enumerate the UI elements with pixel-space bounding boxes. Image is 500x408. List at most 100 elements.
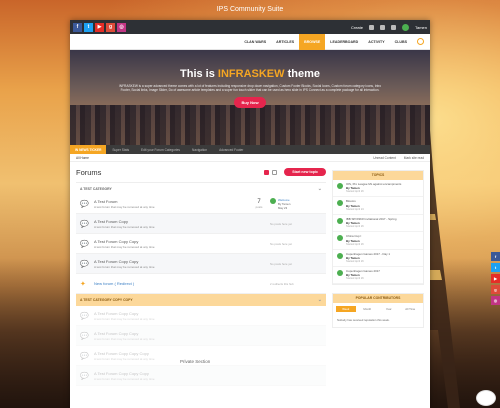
notifications-icon[interactable] xyxy=(368,24,374,30)
list-item[interactable]: 💬 A Test Forum Copy Copy A test forum that… xyxy=(76,326,326,346)
forum-name[interactable]: New forum ( Redirect ) xyxy=(94,281,248,286)
forum-description: A test forum that may be removed at any … xyxy=(94,376,155,381)
nav-item-browse[interactable]: BROWSE xyxy=(299,33,326,50)
topic-item[interactable]: IOS, Pro League ML against encampments By… xyxy=(333,180,423,198)
top-bar: f t ▶ g ◎ Create Tamen xyxy=(70,20,430,34)
list-item[interactable]: 💬 A Test Forum A test forum that may be re… xyxy=(76,194,326,214)
avatar[interactable] xyxy=(337,217,343,224)
sidebar: TOPICS IOS, Pro League ML against encamp… xyxy=(332,162,424,386)
forum-name[interactable]: A Test Forum Copy Copy Copy xyxy=(94,351,322,356)
instagram-icon[interactable]: ◎ xyxy=(491,296,500,305)
topic-info: IOS, Pro League ML against encampments By… xyxy=(346,182,401,193)
nav-item-clan-wars[interactable]: CLAN WARS xyxy=(239,34,271,50)
contributors-text: Nobody has received reputation this week… xyxy=(337,318,390,323)
user-bar: Create Tamen xyxy=(351,23,427,31)
avatar[interactable] xyxy=(401,23,409,31)
topic-item[interactable]: Blooms By Tamen Started April 24 xyxy=(333,197,423,215)
chevron-down-icon[interactable]: ⌄ xyxy=(318,297,322,303)
forum-name[interactable]: A Test Forum Copy Copy Copy xyxy=(94,371,322,376)
tab-all-time[interactable]: All Time xyxy=(401,306,421,312)
last-post-title[interactable]: Welcome xyxy=(278,198,290,202)
nav-item-articles[interactable]: ARTICLES xyxy=(271,34,299,50)
topic-date: Started April 26 xyxy=(346,225,364,229)
forum-info: A Test Forum Copy Copy Copy A test forum … xyxy=(90,371,322,381)
user-name[interactable]: Tamen xyxy=(415,25,427,30)
news-ticker: IN NEWS TICKER Super Stats Edit your Foru… xyxy=(70,145,430,154)
youtube-icon[interactable]: ▶ xyxy=(491,274,500,283)
tab-week[interactable]: Week xyxy=(336,306,356,313)
create-menu[interactable]: Create xyxy=(351,25,363,30)
nav-item-clubs[interactable]: CLUBS xyxy=(390,34,412,50)
twitter-icon[interactable]: t xyxy=(84,22,93,32)
chevron-down-icon[interactable]: ⌄ xyxy=(318,186,322,192)
topic-item[interactable]: Copenhagen Games 2017 - Day 1 By Tamen Sta… xyxy=(333,250,423,268)
topic-info: Copenhagen Games 2017 By Tamen Started Apr… xyxy=(346,269,380,280)
chat-icon[interactable] xyxy=(476,390,496,406)
grid-view-icon[interactable] xyxy=(264,169,270,175)
last-post: No posts here yet xyxy=(270,222,322,226)
nav-item-leaderboard[interactable]: LEADERBOARD xyxy=(325,34,363,50)
youtube-icon[interactable]: ▶ xyxy=(95,22,104,32)
tab-month[interactable]: Month xyxy=(358,306,378,312)
reports-icon[interactable] xyxy=(390,24,396,30)
breadcrumb-home[interactable]: All Home xyxy=(76,156,89,160)
list-view-icon[interactable] xyxy=(272,169,278,175)
list-item[interactable]: 💬 A Test Forum Copy Copy A test forum that… xyxy=(76,306,326,326)
forum-name[interactable]: A Test Forum Copy Copy xyxy=(94,331,322,336)
news-item[interactable]: Advanced Footer xyxy=(213,148,249,152)
forum-icon: 💬 xyxy=(80,260,89,268)
topic-item[interactable]: China Cup I By Tamen Started April 26 xyxy=(333,232,423,250)
forum-name[interactable]: A Test Forum Copy Copy xyxy=(94,239,248,244)
avatar[interactable] xyxy=(337,270,343,277)
topics-list: IOS, Pro League ML against encampments By… xyxy=(333,180,423,285)
topic-item[interactable]: IBB SPONKR Invitational 2017 - Spring By … xyxy=(333,215,423,233)
instagram-icon[interactable]: ◎ xyxy=(117,22,126,32)
last-post-info: Welcome By Tamen May 23 xyxy=(278,198,290,210)
no-posts-text: 2 redirects this hub xyxy=(270,281,294,286)
forum-name[interactable]: A Test Forum xyxy=(94,199,248,204)
facebook-icon[interactable]: f xyxy=(73,22,82,32)
google-plus-icon[interactable]: g xyxy=(491,285,500,294)
nav-item-activity[interactable]: ACTIVITY xyxy=(363,34,389,50)
list-item[interactable]: 💬 A Test Forum Copy Copy Copy A test forum… xyxy=(76,366,326,386)
list-item[interactable]: 💬 A Test Forum Copy Copy A test forum that… xyxy=(76,254,326,274)
avatar[interactable] xyxy=(337,183,343,189)
no-posts-text: No posts here yet xyxy=(270,261,292,266)
facebook-icon[interactable]: f xyxy=(491,252,500,261)
buy-now-button[interactable]: Buy Now xyxy=(234,97,266,109)
forum-name[interactable]: A Test Forum Copy Copy xyxy=(94,311,322,316)
avatar[interactable] xyxy=(270,197,276,204)
avatar[interactable] xyxy=(337,252,343,259)
avatar[interactable] xyxy=(337,200,343,207)
forum-icon: 💬 xyxy=(80,220,89,228)
list-item[interactable]: ✦ New forum ( Redirect ) 2 redirects this … xyxy=(76,274,326,294)
forum-categories: A TEST CATEGORY ⌄ 💬 A Test Forum A test foru… xyxy=(76,182,326,386)
breadcrumb: All Home Unread Content Mark site read xyxy=(70,154,430,162)
topic-item[interactable]: Copenhagen Games 2017 By Tamen Started Apr… xyxy=(333,267,423,285)
avatar[interactable] xyxy=(337,235,343,242)
list-item[interactable]: 💬 A Test Forum Copy A test forum that may … xyxy=(76,214,326,234)
contributors-title: POPULAR CONTRIBUTORS xyxy=(333,294,423,304)
forum-name[interactable]: A Test Forum Copy Copy xyxy=(94,259,248,264)
post-count-label: posts xyxy=(255,204,263,209)
search-icon[interactable] xyxy=(417,38,424,45)
tab-year[interactable]: Year xyxy=(379,306,399,312)
start-new-topic-button[interactable]: Start new topic xyxy=(284,168,326,176)
news-item[interactable]: Edit your Forum Categories xyxy=(135,148,186,152)
unread-content-link[interactable]: Unread Content xyxy=(373,156,396,160)
news-item[interactable]: Super Stats xyxy=(106,148,135,152)
messages-icon[interactable] xyxy=(379,24,385,30)
forum-info: A Test Forum Copy Copy A test forum that … xyxy=(90,239,248,249)
list-item[interactable]: 💬 A Test Forum Copy Copy A test forum that… xyxy=(76,234,326,254)
hero-description: INFRASKEW is a super advanced theme come… xyxy=(118,84,382,93)
contributors-widget: POPULAR CONTRIBUTORS Week Month Year All Ti… xyxy=(332,293,424,329)
forum-description: A test forum that may be removed at any … xyxy=(94,204,155,209)
last-post-author[interactable]: By Tamen xyxy=(278,202,290,206)
twitter-icon[interactable]: t xyxy=(491,263,500,272)
mark-read-link[interactable]: Mark site read xyxy=(404,156,424,160)
forum-name[interactable]: A Test Forum Copy xyxy=(94,219,248,224)
news-item[interactable]: Navigation xyxy=(186,148,213,152)
google-plus-icon[interactable]: g xyxy=(106,22,115,32)
category-header[interactable]: A TEST CATEGORY COPY COPY ⌄ xyxy=(76,294,326,306)
category-header[interactable]: A TEST CATEGORY ⌄ xyxy=(76,182,326,194)
